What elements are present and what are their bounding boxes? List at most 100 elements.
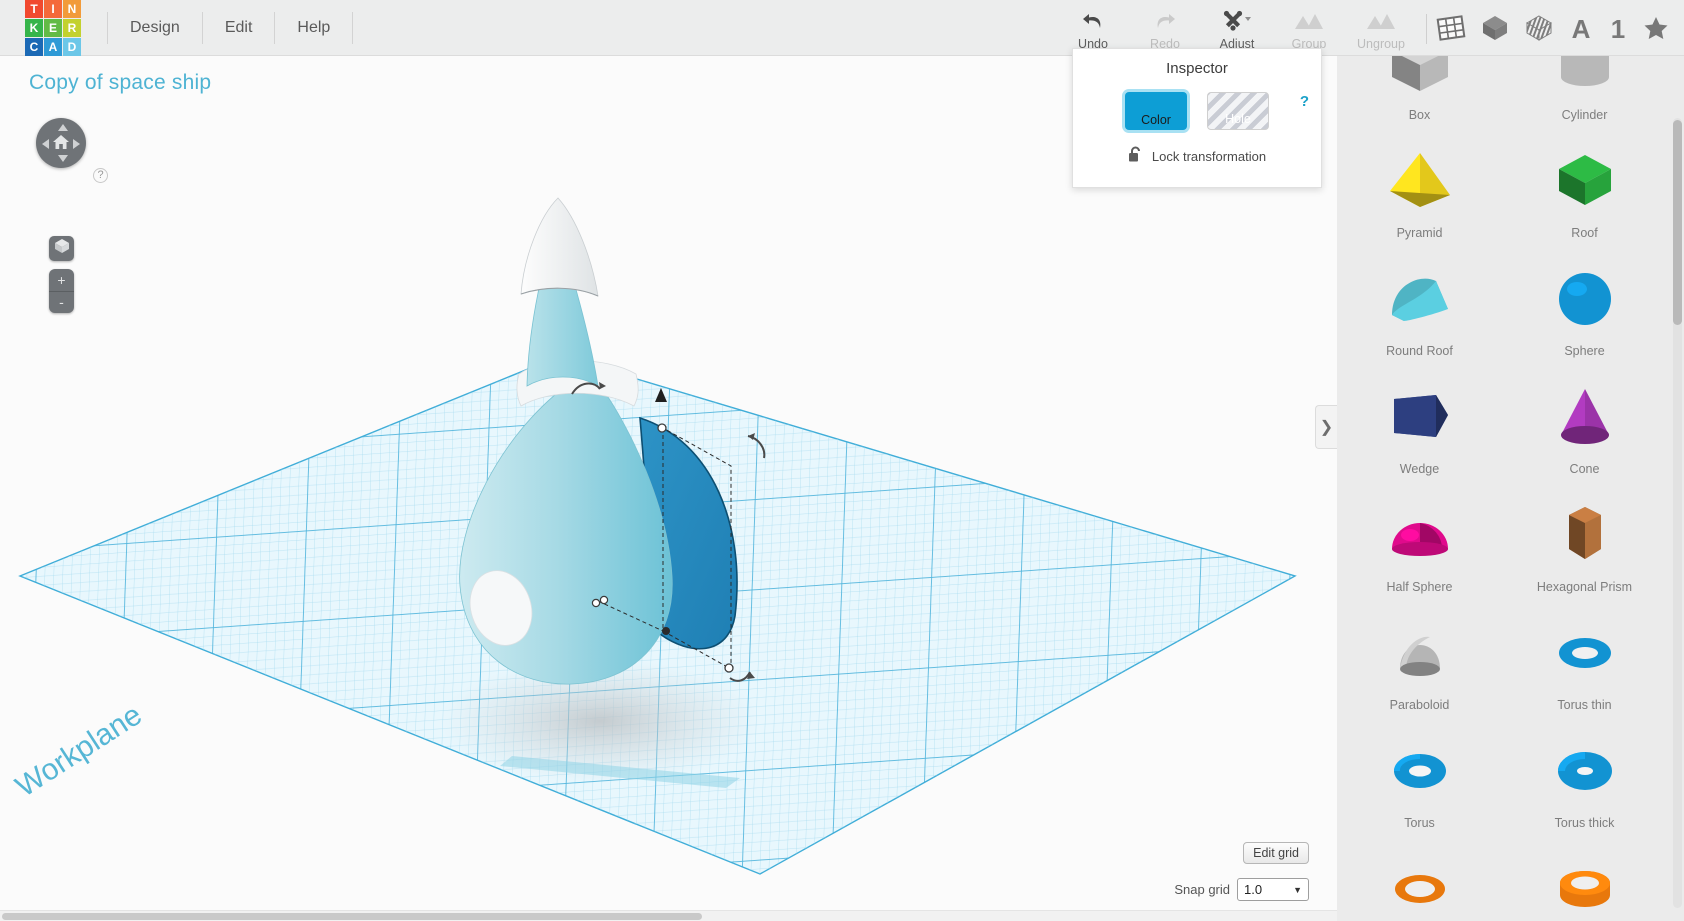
logo-tile-t-0: T <box>25 0 43 18</box>
shape-panel-collapse-button[interactable]: ❯ <box>1315 405 1337 449</box>
unlocked-padlock-icon <box>1128 146 1143 166</box>
pyramid-icon <box>1380 140 1460 222</box>
shape-item-paraboloid[interactable]: Paraboloid <box>1337 600 1502 712</box>
shape-item-hexagonal-prism[interactable]: Hexagonal Prism <box>1502 482 1667 594</box>
cylinder-icon <box>1545 56 1625 104</box>
svg-text:A: A <box>1572 14 1591 42</box>
text-a-icon[interactable]: A <box>1568 14 1594 42</box>
shape-item-torus-thick[interactable]: Torus thick <box>1502 718 1667 830</box>
shape-item-torus[interactable]: Torus <box>1337 718 1502 830</box>
torus-thick-icon <box>1545 730 1625 812</box>
cone-icon <box>1545 376 1625 458</box>
paraboloid-icon <box>1380 612 1460 694</box>
shape-item-tube[interactable]: Tube <box>1502 836 1667 921</box>
shape-panel-scroll-thumb[interactable] <box>1673 120 1682 325</box>
solid-cube-icon[interactable] <box>1480 13 1510 43</box>
nav-right-arrow-icon[interactable] <box>73 139 80 149</box>
shape-item-label: Cone <box>1569 462 1600 476</box>
menu-item-help[interactable]: Help <box>275 11 354 44</box>
inspector-title: Inspector <box>1166 60 1228 77</box>
shape-item-round-roof[interactable]: Round Roof <box>1337 246 1502 358</box>
snap-grid-value: 1.0 <box>1244 882 1263 897</box>
shape-item-box[interactable]: Box <box>1337 56 1502 122</box>
menu-item-design[interactable]: Design <box>107 11 203 44</box>
chevron-down-icon: ▼ <box>1293 884 1302 895</box>
shape-item-torus-thin[interactable]: Torus thin <box>1502 600 1667 712</box>
shape-item-tube-thin[interactable]: Tube thin <box>1337 836 1502 921</box>
logo-tile-r-5: R <box>63 18 81 37</box>
ungroup-label: Ungroup <box>1357 36 1405 51</box>
workplane-grid-icon[interactable] <box>1436 14 1466 42</box>
view-navigation-disc[interactable] <box>36 118 86 168</box>
sphere-icon <box>1545 258 1625 340</box>
design-title[interactable]: Copy of space ship <box>29 71 211 95</box>
fit-view-cube-icon <box>54 238 70 259</box>
ungroup-button[interactable]: Ungroup <box>1345 0 1417 56</box>
zoom-in-button[interactable]: + <box>49 269 74 292</box>
undo-icon <box>1080 8 1106 34</box>
fit-view-button[interactable] <box>49 236 74 261</box>
shape-item-wedge[interactable]: Wedge <box>1337 364 1502 476</box>
shape-item-sphere[interactable]: Sphere <box>1502 246 1667 358</box>
shape-item-cone[interactable]: Cone <box>1502 364 1667 476</box>
color-swatch-button[interactable]: Color <box>1125 92 1187 130</box>
inspector-swatches: Color Hole <box>1073 92 1321 130</box>
svg-text:1: 1 <box>1611 14 1625 42</box>
zoom-out-button[interactable]: - <box>49 292 74 314</box>
shape-item-label: Pyramid <box>1396 226 1443 240</box>
snap-grid-select[interactable]: 1.0 ▼ <box>1237 878 1309 901</box>
logo-tile-i-1: I <box>44 0 62 18</box>
number-one-icon[interactable]: 1 <box>1608 14 1628 42</box>
shape-item-half-sphere[interactable]: Half Sphere <box>1337 482 1502 594</box>
tube-icon <box>1545 848 1625 921</box>
shape-item-roof[interactable]: Roof <box>1502 128 1667 240</box>
edit-grid-button[interactable]: Edit grid <box>1243 842 1309 864</box>
inspector-help-button[interactable]: ? <box>1300 93 1309 110</box>
shape-item-label: Hexagonal Prism <box>1536 580 1633 594</box>
inspector-panel: Inspector ? Color Hole Lock transformati… <box>1072 48 1322 188</box>
logo-tile-d-8: D <box>63 37 81 56</box>
shape-item-label: Sphere <box>1564 344 1605 358</box>
hexagonal-prism-icon <box>1545 494 1625 576</box>
redo-icon <box>1152 8 1178 34</box>
nav-up-arrow-icon[interactable] <box>58 124 68 131</box>
lock-transformation-row[interactable]: Lock transformation <box>1073 146 1321 166</box>
striped-cube-icon[interactable] <box>1524 13 1554 43</box>
shape-item-label: Round Roof <box>1386 344 1453 358</box>
star-icon[interactable] <box>1642 14 1670 42</box>
tinkercad-app: TINKERCAD Design Edit Help Undo Redo Adj… <box>0 0 1684 921</box>
nose-tip-solid <box>520 197 599 297</box>
tube-thin-icon <box>1380 848 1460 921</box>
shape-library-panel: Box Cylinder Pyramid Roof Round Roof Sphere We… <box>1337 56 1684 921</box>
home-icon[interactable] <box>51 132 71 152</box>
half-sphere-icon <box>1380 494 1460 576</box>
ungroup-icon <box>1365 8 1397 34</box>
menu-item-edit[interactable]: Edit <box>203 11 276 44</box>
nav-left-arrow-icon[interactable] <box>42 139 49 149</box>
viewport-hscroll-thumb[interactable] <box>2 913 702 920</box>
shape-item-label: Torus thick <box>1554 816 1615 830</box>
hole-swatch-label: Hole <box>1225 112 1251 126</box>
shape-item-pyramid[interactable]: Pyramid <box>1337 128 1502 240</box>
viewport-help-button[interactable]: ? <box>93 168 108 183</box>
roof-icon <box>1545 140 1625 222</box>
logo-tile-k-3: K <box>25 18 43 37</box>
shape-item-cylinder[interactable]: Cylinder <box>1502 56 1667 122</box>
shape-item-label: Cylinder <box>1561 108 1608 122</box>
torus-icon <box>1380 730 1460 812</box>
shape-grid: Box Cylinder Pyramid Roof Round Roof Sphere We… <box>1337 56 1667 921</box>
shape-item-label: Paraboloid <box>1389 698 1450 712</box>
lock-transformation-label: Lock transformation <box>1151 148 1267 164</box>
shape-item-label: Roof <box>1571 226 1598 240</box>
main-menu: Design Edit Help <box>107 0 354 56</box>
hole-swatch-button[interactable]: Hole <box>1207 92 1269 130</box>
torus-thin-icon <box>1545 612 1625 694</box>
wedge-icon <box>1380 376 1460 458</box>
chevron-down-icon <box>1245 16 1251 21</box>
tinkercad-logo[interactable]: TIN KER CAD <box>25 0 81 56</box>
shape-item-label: Torus thin <box>1557 698 1612 712</box>
zoom-controls: + - <box>49 269 74 313</box>
viewport-horizontal-scrollbar[interactable] <box>0 910 1337 921</box>
nav-down-arrow-icon[interactable] <box>58 155 68 162</box>
color-swatch-label: Color <box>1141 113 1171 127</box>
